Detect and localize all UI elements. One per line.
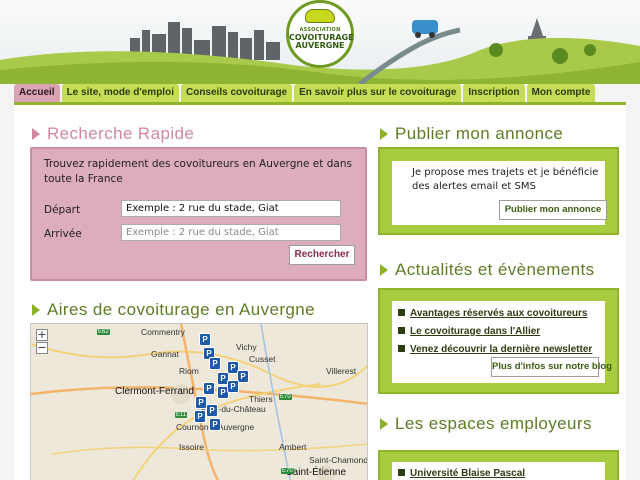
employers-panel: Université Blaise Pascal	[378, 450, 619, 480]
tab-conseils[interactable]: Conseils covoiturage	[180, 84, 293, 102]
search-button[interactable]: Rechercher	[289, 245, 355, 265]
carpool-pin[interactable]: P	[227, 380, 239, 393]
triangle-bullet-icon	[380, 264, 388, 276]
employer-item-ubp[interactable]: Université Blaise Pascal	[398, 468, 525, 479]
publish-inner: Je propose mes trajets et je bénéficie d…	[392, 161, 607, 225]
employers-heading: Les espaces employeurs	[380, 414, 592, 434]
employers-title: Les espaces employeurs	[395, 414, 592, 433]
carpool-pin[interactable]: P	[209, 418, 221, 431]
news-inner: Avantages réservés aux covoitureurs Le c…	[392, 301, 612, 383]
news-item-allier[interactable]: Le covoiturage dans l'Allier	[398, 326, 540, 337]
map-label-cusset: Cusset	[249, 354, 276, 364]
carpool-pin[interactable]: P	[206, 404, 218, 417]
depart-input[interactable]	[121, 200, 341, 217]
triangle-bullet-icon	[32, 128, 40, 140]
main-content: Recherche Rapide Trouvez rapidement des …	[14, 105, 626, 480]
tab-inscription[interactable]: Inscription	[463, 84, 525, 102]
publish-ad-button[interactable]: Publier mon annonce	[499, 200, 607, 220]
search-title: Recherche Rapide	[47, 124, 195, 143]
depart-label: Départ	[44, 204, 81, 216]
map-label-vichy: Vichy	[236, 342, 257, 352]
blog-button[interactable]: Plus d'infos sur notre blog	[491, 357, 612, 377]
publish-description: Je propose mes trajets et je bénéficie d…	[412, 167, 599, 192]
news-panel: Avantages réservés aux covoitureurs Le c…	[378, 288, 619, 394]
map-label-villerest: Villerest	[326, 366, 357, 376]
news-item-avantages[interactable]: Avantages réservés aux covoitureurs	[398, 308, 588, 319]
triangle-bullet-icon	[32, 304, 40, 316]
tab-accueil[interactable]: Accueil	[14, 84, 60, 102]
road-badge-e62: E62	[97, 329, 110, 335]
search-intro-text: Trouvez rapidement des covoitureurs en A…	[44, 158, 352, 185]
news-title: Actualités et évènements	[395, 260, 595, 279]
tab-mon-compte[interactable]: Mon compte	[526, 84, 596, 102]
square-bullet-icon	[398, 327, 405, 334]
news-heading: Actualités et évènements	[380, 260, 595, 280]
zoom-out-button[interactable]: −	[36, 342, 48, 354]
carpool-pin[interactable]: P	[203, 382, 215, 395]
road-badge-e11: E11	[175, 412, 188, 418]
site-logo[interactable]: ASSOCIATION COVOITURAGE AUVERGNE	[286, 0, 354, 68]
arrivee-label: Arrivée	[44, 228, 82, 240]
carpool-pin[interactable]: P	[194, 410, 206, 423]
road-badge-e70-east: E70	[279, 394, 292, 400]
carpool-pin[interactable]: P	[199, 333, 211, 346]
square-bullet-icon	[398, 345, 405, 352]
publish-panel: Je propose mes trajets et je bénéficie d…	[378, 147, 619, 235]
news-item-newsletter[interactable]: Venez découvrir la dernière newsletter	[398, 344, 592, 355]
map-title: Aires de covoiturage en Auvergne	[47, 300, 315, 319]
publish-title: Publier mon annonce	[395, 124, 564, 143]
employers-inner: Université Blaise Pascal	[392, 462, 605, 480]
arrivee-input[interactable]	[121, 224, 341, 241]
site-header: ASSOCIATION COVOITURAGE AUVERGNE	[0, 0, 640, 84]
logo-line-auvergne: AUVERGNE	[295, 41, 345, 50]
road-badge-e70-south: E70	[281, 468, 294, 474]
map-label-gannat: Gannat	[151, 349, 179, 359]
map-label-commentry: Commentry	[141, 327, 185, 337]
square-bullet-icon	[398, 469, 405, 476]
map-label-ambert: Ambert	[279, 442, 307, 452]
tab-en-savoir-plus[interactable]: En savoir plus sur le covoiturage	[294, 84, 462, 102]
triangle-bullet-icon	[380, 128, 388, 140]
map-label-saint-etienne: Saint-Étienne	[286, 467, 347, 478]
car-icon	[305, 9, 335, 23]
search-panel: Trouvez rapidement des covoitureurs en A…	[30, 147, 367, 281]
square-bullet-icon	[398, 309, 405, 316]
carpool-pin[interactable]: P	[209, 357, 221, 370]
main-navigation: Accueil Le site, mode d'emploi Conseils …	[14, 84, 596, 102]
carpool-areas-map[interactable]: + − Commentry Vichy Cusset Gannat Riom T…	[30, 323, 368, 480]
search-heading: Recherche Rapide	[32, 124, 194, 144]
map-label-riom: Riom	[179, 366, 199, 376]
map-label-clermont: Clermont-Ferrand	[115, 386, 194, 397]
triangle-bullet-icon	[380, 418, 388, 430]
publish-heading: Publier mon annonce	[380, 124, 563, 144]
map-label-issoire: Issoire	[179, 442, 205, 452]
zoom-in-button[interactable]: +	[36, 329, 48, 341]
map-label-saint-chamond: Saint-Chamond	[309, 455, 368, 465]
map-label-thiers: Thiers	[249, 394, 273, 404]
map-heading: Aires de covoiturage en Auvergne	[32, 300, 315, 320]
tab-mode-emploi[interactable]: Le site, mode d'emploi	[61, 84, 179, 102]
